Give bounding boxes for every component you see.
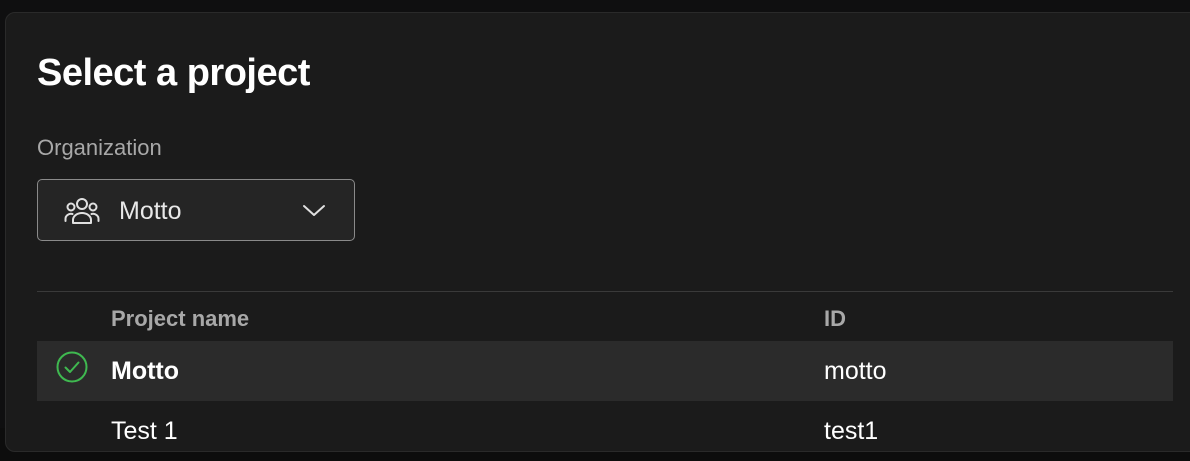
column-header-id[interactable]: ID	[824, 306, 846, 332]
project-id: motto	[824, 357, 887, 385]
project-name: Test 1	[111, 417, 178, 445]
chevron-down-icon	[303, 205, 325, 216]
table-divider	[37, 291, 1173, 292]
check-circle-icon	[56, 351, 88, 383]
column-header-project-name[interactable]: Project name	[111, 306, 249, 332]
select-project-dialog: Select a project Organization Motto Proj…	[5, 12, 1190, 452]
organization-selected-value: Motto	[119, 197, 182, 225]
project-id: test1	[824, 417, 879, 445]
dialog-title: Select a project	[37, 52, 310, 94]
organization-label: Organization	[37, 135, 162, 160]
table-row[interactable]: Test 1 test1	[37, 401, 1173, 461]
project-name: Motto	[111, 357, 180, 385]
organization-dropdown[interactable]: Motto	[37, 179, 355, 241]
people-group-icon	[64, 198, 100, 224]
table-row[interactable]: Motto motto	[37, 341, 1173, 401]
